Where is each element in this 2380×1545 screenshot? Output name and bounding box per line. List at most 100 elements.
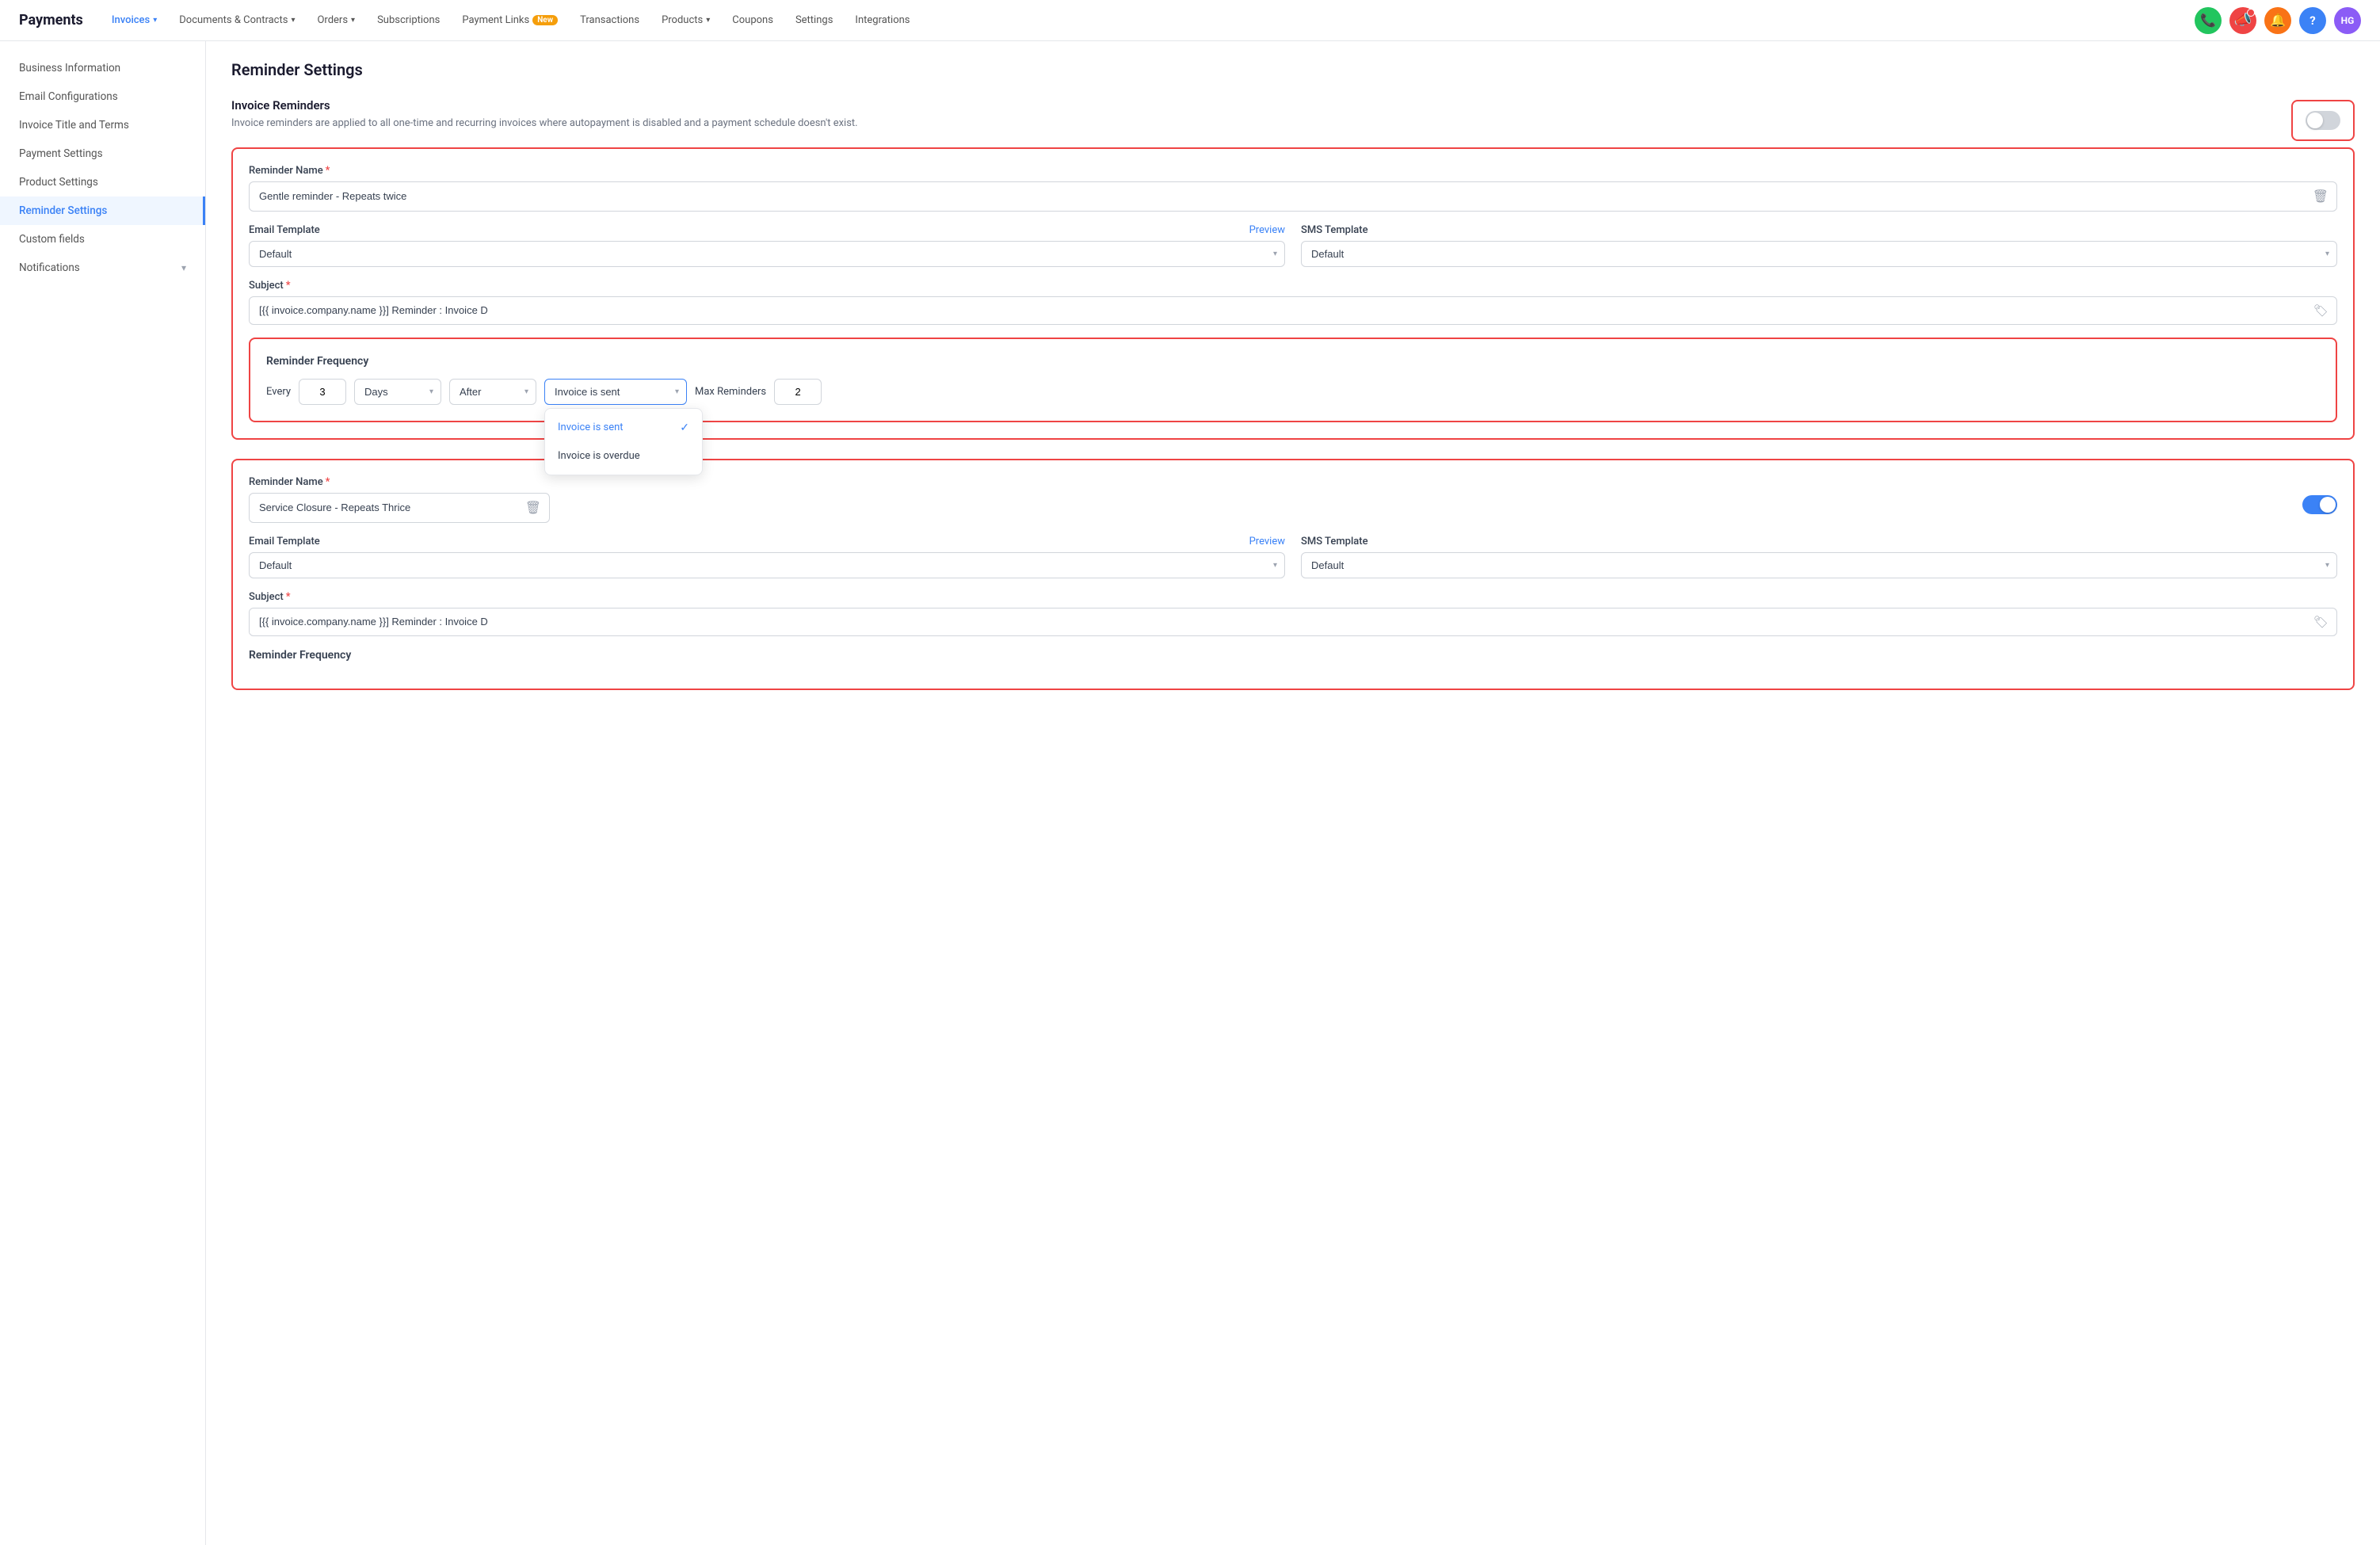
- reminder1-frequency-section: Reminder Frequency Every Days ▾ After: [249, 338, 2337, 422]
- reminder1-subject-group: Subject * 🏷: [249, 280, 2337, 325]
- documents-chevron-icon: ▾: [291, 16, 295, 25]
- reminder2-name-input[interactable]: [250, 495, 517, 520]
- reminder2-sms-label: SMS Template: [1301, 536, 2337, 547]
- nav-invoices[interactable]: Invoices ▾: [102, 10, 166, 31]
- nav-documents[interactable]: Documents & Contracts ▾: [170, 10, 304, 31]
- reminder2-subject-tag-icon[interactable]: 🏷: [2306, 608, 2336, 635]
- reminder2-card: Reminder Name * 🗑 Email Template: [231, 459, 2355, 690]
- products-chevron-icon: ▾: [706, 16, 710, 25]
- new-badge: New: [532, 15, 558, 25]
- reminder1-toggle[interactable]: [2306, 111, 2340, 130]
- reminder2-toggle[interactable]: [2302, 495, 2337, 514]
- reminder1-sms-template-col: SMS Template Default ▾: [1301, 224, 2337, 267]
- reminder2-subject-input-wrap: 🏷: [249, 608, 2337, 636]
- nav-coupons[interactable]: Coupons: [723, 10, 783, 31]
- nav-subscriptions[interactable]: Subscriptions: [368, 10, 449, 31]
- main-layout: Business Information Email Configuration…: [0, 41, 2380, 1545]
- reminder1-subject-label: Subject *: [249, 280, 2337, 292]
- reminder1-name-required: *: [326, 165, 330, 177]
- reminder2-template-row: Email Template Preview Default ▾ SMS Tem…: [249, 536, 2337, 578]
- reminder1-subject-input[interactable]: [250, 298, 2306, 322]
- reminder1-email-select-wrap: Default ▾: [249, 241, 1285, 267]
- orders-chevron-icon: ▾: [351, 16, 355, 25]
- reminder2-name-label: Reminder Name *: [249, 476, 2290, 488]
- reminder1-card: Reminder Name * 🗑 Email Template Preview: [231, 147, 2355, 440]
- reminder1-sms-select[interactable]: Default: [1301, 241, 2337, 267]
- phone-button[interactable]: 📞: [2195, 7, 2222, 34]
- notifications-chevron-icon: ▾: [181, 262, 186, 273]
- nav-orders[interactable]: Orders ▾: [307, 10, 364, 31]
- megaphone-button[interactable]: 📣: [2229, 7, 2256, 34]
- reminder2-delete-icon[interactable]: 🗑: [517, 494, 549, 522]
- reminder2-toggle-knob: [2320, 497, 2336, 513]
- reminder2-subject-input[interactable]: [250, 609, 2306, 634]
- reminder2-email-preview[interactable]: Preview: [1249, 536, 1285, 547]
- sidebar-item-reminder-settings[interactable]: Reminder Settings: [0, 196, 205, 225]
- dropdown-option-invoice-overdue[interactable]: Invoice is overdue: [545, 442, 702, 470]
- sidebar-item-custom-fields[interactable]: Custom fields: [0, 225, 205, 254]
- top-navigation: Payments Invoices ▾ Documents & Contract…: [0, 0, 2380, 41]
- nav-payment-links[interactable]: Payment Links New: [452, 10, 567, 31]
- user-avatar[interactable]: HG: [2334, 7, 2361, 34]
- reminder2-email-label: Email Template: [249, 536, 320, 547]
- brand-logo: Payments: [19, 12, 83, 29]
- reminder1-freq-title: Reminder Frequency: [266, 355, 2320, 368]
- reminder1-every-input[interactable]: [299, 379, 346, 405]
- reminder2-freq-title: Reminder Frequency: [249, 649, 2337, 662]
- reminder1-trigger-select-wrap: Invoice is sent Invoice is overdue ▾: [544, 379, 687, 405]
- reminder1-sms-select-wrap: Default ▾: [1301, 241, 2337, 267]
- reminder1-subject-input-wrap: 🏷: [249, 296, 2337, 325]
- dropdown-option-invoice-sent[interactable]: Invoice is sent ✓: [545, 414, 702, 442]
- nav-integrations[interactable]: Integrations: [845, 10, 919, 31]
- every-label: Every: [266, 386, 291, 398]
- section-title: Invoice Reminders: [231, 98, 2355, 113]
- reminder1-trigger-dropdown: Invoice is sent ✓ Invoice is overdue: [544, 408, 703, 475]
- reminder1-email-preview[interactable]: Preview: [1249, 224, 1285, 236]
- nav-actions: 📞 📣 🔔 ? HG: [2195, 7, 2361, 34]
- reminder2-name-group: Reminder Name * 🗑: [249, 476, 2290, 523]
- nav-products[interactable]: Products ▾: [652, 10, 719, 31]
- sidebar-item-invoice-title[interactable]: Invoice Title and Terms: [0, 111, 205, 139]
- reminder1-after-wrap: After ▾: [449, 379, 536, 405]
- sidebar-item-email-configurations[interactable]: Email Configurations: [0, 82, 205, 111]
- reminder1-name-label: Reminder Name *: [249, 165, 2337, 177]
- reminder1-delete-icon[interactable]: 🗑: [2305, 182, 2336, 211]
- nav-menu: Invoices ▾ Documents & Contracts ▾ Order…: [102, 10, 2195, 31]
- reminder1-max-reminders-input[interactable]: [774, 379, 822, 405]
- reminder2-frequency-header: Reminder Frequency: [249, 649, 2337, 662]
- reminder1-subject-required: *: [286, 280, 291, 292]
- reminder2-header: Reminder Name * 🗑: [249, 476, 2337, 523]
- sidebar-item-product-settings[interactable]: Product Settings: [0, 168, 205, 196]
- reminder1-freq-row: Every Days ▾ After ▾: [266, 379, 2320, 405]
- reminder2-email-select[interactable]: Default: [249, 552, 1285, 578]
- reminder2-sms-select-wrap: Default ▾: [1301, 552, 2337, 578]
- reminder1-toggle-box: [2291, 100, 2355, 141]
- reminder1-subject-tag-icon[interactable]: 🏷: [2306, 297, 2336, 324]
- main-content: Reminder Settings Invoice Reminders Invo…: [206, 41, 2380, 1545]
- page-title: Reminder Settings: [231, 60, 2355, 79]
- reminder2-name-required: *: [326, 476, 330, 488]
- nav-transactions[interactable]: Transactions: [570, 10, 649, 31]
- help-button[interactable]: ?: [2299, 7, 2326, 34]
- dropdown-check-icon: ✓: [680, 422, 689, 434]
- sidebar-item-notifications[interactable]: Notifications ▾: [0, 254, 205, 282]
- sidebar-item-business-information[interactable]: Business Information: [0, 54, 205, 82]
- nav-settings[interactable]: Settings: [786, 10, 842, 31]
- reminder2-sms-template-col: SMS Template Default ▾: [1301, 536, 2337, 578]
- reminder1-after-select[interactable]: After: [449, 379, 536, 405]
- invoices-chevron-icon: ▾: [153, 16, 157, 25]
- reminder1-trigger-select[interactable]: Invoice is sent Invoice is overdue: [544, 379, 687, 405]
- reminder1-days-select[interactable]: Days: [354, 379, 441, 405]
- reminder2-email-template-col: Email Template Preview Default ▾: [249, 536, 1285, 578]
- bell-button[interactable]: 🔔: [2264, 7, 2291, 34]
- reminder1-email-template-col: Email Template Preview Default ▾: [249, 224, 1285, 267]
- reminder1-email-label: Email Template: [249, 224, 320, 236]
- reminder1-email-select[interactable]: Default: [249, 241, 1285, 267]
- reminder2-sms-select[interactable]: Default: [1301, 552, 2337, 578]
- max-reminders-label: Max Reminders: [695, 386, 766, 398]
- reminder1-name-input[interactable]: [250, 184, 2305, 208]
- sidebar-item-payment-settings[interactable]: Payment Settings: [0, 139, 205, 168]
- reminder2-subject-group: Subject * 🏷: [249, 591, 2337, 636]
- reminder1-name-input-wrap: 🗑: [249, 181, 2337, 212]
- reminder1-sms-label: SMS Template: [1301, 224, 2337, 236]
